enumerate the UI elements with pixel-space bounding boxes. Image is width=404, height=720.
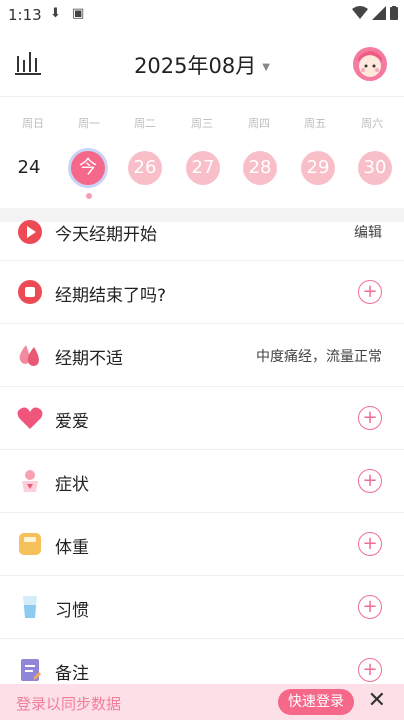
play-icon [18,220,42,244]
scale-icon [19,533,41,555]
weekday-label: 周六 [361,117,383,130]
add-button[interactable]: + [358,280,382,304]
add-button[interactable]: + [358,406,382,430]
discomfort-value: 中度痛经，流量正常 [256,349,382,365]
list-item-period-end[interactable]: 经期结束了吗? + [0,261,404,324]
list-item-label: 今天经期开始 [55,225,157,245]
signal-icon [372,6,386,20]
status-time: 1:13 [8,6,42,24]
list-item-label: 经期不适 [55,349,123,369]
login-banner: 登录以同步数据 快速登录 ✕ [0,684,404,720]
sync-message: 登录以同步数据 [16,695,122,713]
weekday-label: 周一 [78,117,100,130]
download-icon: ⬇ [50,6,61,21]
list-item-symptoms[interactable]: 症状 + [0,450,404,513]
day-cell[interactable]: 30 [358,151,392,185]
list-item-label: 习惯 [55,601,89,621]
weekday-label: 周五 [304,117,326,130]
blood-drop-icon [19,345,39,366]
record-list: 今天经期开始 编辑 经期结束了吗? + 经期不适 中度痛经，流量正常 爱爱 + … [0,220,404,702]
list-item-label: 备注 [55,664,89,684]
weekday-label: 周四 [248,117,270,130]
list-item-label: 爱爱 [55,412,89,432]
quick-login-button[interactable]: 快速登录 [278,689,354,715]
day-cell[interactable]: 24 [12,151,46,185]
close-icon[interactable]: ✕ [368,688,386,713]
heart-icon [17,407,43,429]
note-icon [21,659,41,681]
notification-icon: ▣ [72,6,85,21]
status-icons [352,6,398,20]
month-selector[interactable]: 2025年08月 ▼ [0,50,404,80]
weekday-label: 周二 [134,117,156,130]
day-row: 24 今 26 27 28 29 30 [0,151,404,187]
add-button[interactable]: + [358,469,382,493]
weekday-label: 周三 [191,117,213,130]
status-bar: 1:13 ⬇ ▣ [0,0,404,30]
add-button[interactable]: + [358,658,382,682]
list-item-period-start[interactable]: 今天经期开始 编辑 [0,220,404,261]
list-item-weight[interactable]: 体重 + [0,513,404,576]
caret-down-icon: ▼ [262,61,270,73]
water-glass-icon [23,596,37,618]
day-cell-today[interactable]: 今 [71,151,105,185]
symptom-icon [22,470,38,492]
list-item-discomfort[interactable]: 经期不适 中度痛经，流量正常 [0,324,404,387]
app-header: 2025年08月 ▼ [0,30,404,96]
list-item-habits[interactable]: 习惯 + [0,576,404,639]
list-item-label: 症状 [55,475,89,495]
list-item-love[interactable]: 爱爱 + [0,387,404,450]
add-button[interactable]: + [358,532,382,556]
day-cell[interactable]: 28 [243,151,277,185]
day-cell[interactable]: 27 [186,151,220,185]
day-cell[interactable]: 26 [128,151,162,185]
weekday-label: 周日 [22,117,44,130]
day-cell[interactable]: 29 [301,151,335,185]
battery-icon [390,6,398,20]
add-button[interactable]: + [358,595,382,619]
period-indicator-dot [86,193,92,199]
month-label: 2025年08月 [134,54,257,78]
list-item-label: 体重 [55,538,89,558]
weekday-labels: 周日 周一 周二 周三 周四 周五 周六 [0,115,404,130]
stop-icon [18,280,42,304]
avatar[interactable] [352,46,388,82]
list-item-label: 经期结束了吗? [55,286,167,306]
edit-link[interactable]: 编辑 [354,222,382,242]
week-strip: 周日 周一 周二 周三 周四 周五 周六 24 今 26 27 28 29 30 [0,96,404,209]
wifi-icon [352,6,368,19]
